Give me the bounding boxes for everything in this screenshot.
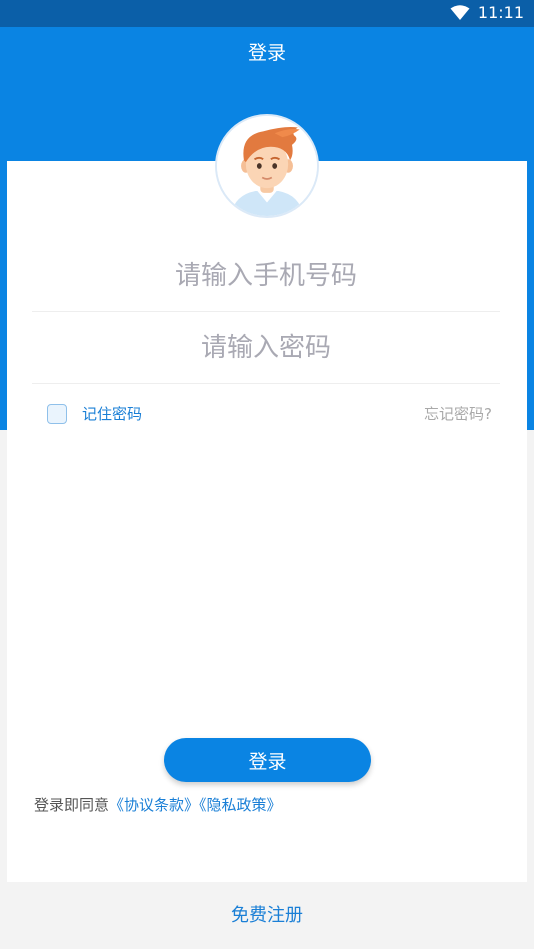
remember-label: 记住密码 <box>82 405 143 423</box>
page-title: 登录 <box>247 42 286 64</box>
password-input[interactable] <box>32 312 500 383</box>
forgot-password-link[interactable]: 忘记密码? <box>424 404 492 424</box>
agreement-prefix: 登录即同意 <box>34 796 110 814</box>
agreement-text: 登录即同意《协议条款》《隐私政策》 <box>34 795 282 815</box>
privacy-link[interactable]: 《隐私政策》 <box>199 796 282 814</box>
status-bar: 11:11 <box>0 0 534 27</box>
wifi-icon <box>450 5 470 20</box>
avatar-icon <box>217 116 317 216</box>
status-icons: 11:11 <box>450 3 524 23</box>
phone-field <box>32 240 500 312</box>
phone-input[interactable] <box>32 240 500 311</box>
status-time: 11:11 <box>477 3 524 22</box>
remember-checkbox[interactable] <box>47 404 67 424</box>
terms-link[interactable]: 《协议条款》 <box>109 796 199 814</box>
password-field <box>32 312 500 384</box>
register-link[interactable]: 免费注册 <box>0 903 534 929</box>
remember-password-toggle[interactable]: 记住密码 <box>47 404 142 424</box>
login-button[interactable]: 登录 <box>164 738 371 782</box>
avatar <box>215 114 319 218</box>
